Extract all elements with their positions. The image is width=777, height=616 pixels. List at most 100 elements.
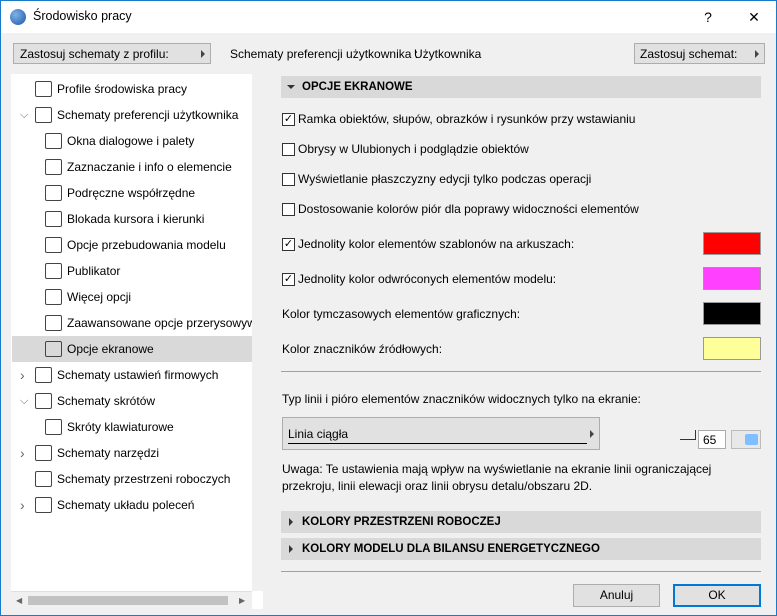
screen-icon	[45, 341, 62, 357]
ok-button[interactable]: OK	[673, 584, 761, 607]
selection-icon	[45, 159, 62, 175]
tree-item[interactable]: Opcje ekranowe	[12, 336, 252, 362]
option-checkbox[interactable]	[282, 143, 295, 156]
app-icon	[10, 9, 26, 25]
tree-item-label: Podręczne współrzędne	[67, 186, 196, 200]
company-icon	[35, 367, 52, 383]
tree-item[interactable]: Publikator	[12, 258, 252, 284]
tree-item[interactable]: Więcej opcji	[12, 284, 252, 310]
dialogs-icon	[45, 133, 62, 149]
option-checkbox[interactable]	[282, 173, 295, 186]
tree-item-label: Zaznaczanie i info o elemencie	[67, 160, 232, 174]
option-label: Jednolity kolor elementów szablonów na a…	[298, 237, 575, 251]
chevron-down-icon[interactable]: ⌵	[20, 102, 28, 128]
tree-item[interactable]: Zaznaczanie i info o elemencie	[12, 154, 252, 180]
tree-item-label: Blokada kursora i kierunki	[67, 212, 205, 226]
cancel-button[interactable]: Anuluj	[573, 584, 660, 607]
pen-color-button[interactable]	[731, 430, 761, 449]
pen-color-swatch	[745, 434, 758, 445]
option-label: Wyświetlanie płaszczyzny edycji tylko po…	[298, 172, 592, 186]
tree-item[interactable]: Opcje przebudowania modelu	[12, 232, 252, 258]
chevron-right-icon[interactable]: ›	[20, 492, 25, 518]
tree-item[interactable]: Profile środowiska pracy	[12, 76, 252, 102]
section-title: KOLORY MODELU DLA BILANSU ENERGETYCZNEGO	[302, 543, 600, 555]
chevron-right-icon[interactable]: ›	[20, 362, 25, 388]
tree-item-label: Schematy narzędzi	[57, 446, 160, 460]
tree-item[interactable]: Skróty klawiaturowe	[12, 414, 252, 440]
color-swatch[interactable]	[703, 232, 761, 255]
vertical-scrollbar[interactable]	[252, 74, 263, 591]
tree-item[interactable]: ⌵ Schematy skrótów	[12, 388, 252, 414]
tools-icon	[35, 445, 52, 461]
option-checkbox[interactable]: ✓	[282, 113, 295, 126]
tree-item-label: Schematy układu poleceń	[57, 498, 195, 512]
chevron-right-icon	[289, 518, 293, 526]
tree-item[interactable]: Okna dialogowe i palety	[12, 128, 252, 154]
line-type-label: Typ linii i pióro elementów znaczników w…	[282, 392, 641, 406]
pen-icon	[680, 430, 696, 440]
horizontal-scrollbar[interactable]: ◀ ▶	[11, 591, 252, 609]
window-title: Środowisko pracy	[33, 9, 132, 23]
color-swatch[interactable]	[703, 302, 761, 325]
tree-item-label: Schematy skrótów	[57, 394, 156, 408]
shortcut-scheme-icon	[35, 393, 52, 409]
tree-item[interactable]: Blokada kursora i kierunki	[12, 206, 252, 232]
tree-item[interactable]: › Schematy układu poleceń	[12, 492, 252, 518]
settings-tree: Profile środowiska pracy ⌵ Schematy prefer…	[11, 74, 263, 609]
tree-item[interactable]: Schematy przestrzeni roboczych	[12, 466, 252, 492]
tree-item[interactable]: › Schematy ustawień firmowych	[12, 362, 252, 388]
divider	[281, 371, 761, 372]
color-swatch[interactable]	[703, 337, 761, 360]
tree-item[interactable]: Podręczne współrzędne	[12, 180, 252, 206]
redraw-icon	[45, 315, 62, 331]
vertical-scrollbar[interactable]	[764, 74, 776, 609]
option-label: Dostosowanie kolorów piór dla poprawy wi…	[298, 202, 639, 216]
scroll-right-icon[interactable]: ▶	[239, 596, 245, 605]
help-button[interactable]: ?	[693, 5, 723, 29]
rebuild-icon	[45, 237, 62, 253]
sliders-icon	[45, 289, 62, 305]
arrow-right-icon	[201, 49, 205, 58]
section-title: KOLORY PRZESTRZENI ROBOCZEJ	[302, 516, 501, 528]
chevron-down-icon[interactable]: ⌵	[20, 388, 28, 414]
section-kolory-modelu[interactable]: KOLORY MODELU DLA BILANSU ENERGETYCZNEGO	[281, 538, 761, 560]
section-title: OPCJE EKRANOWE	[302, 81, 413, 93]
chevron-down-icon	[287, 85, 295, 89]
scheme-label: Schematy preferencji użytkownika :	[230, 47, 419, 61]
apply-profile-label: Zastosuj schematy z profilu:	[20, 47, 169, 61]
pen-number-input[interactable]: 65	[698, 430, 726, 449]
scroll-left-icon[interactable]: ◀	[16, 596, 22, 605]
section-opcje-ekranowe[interactable]: OPCJE EKRANOWE	[281, 76, 761, 98]
tree-item-label: Opcje ekranowe	[67, 342, 154, 356]
cursor-icon	[45, 211, 62, 227]
tree-item[interactable]: ⌵ Schematy preferencji użytkownika	[12, 102, 252, 128]
apply-scheme-button[interactable]: Zastosuj schemat:	[634, 43, 765, 64]
tree-item-label: Profile środowiska pracy	[57, 82, 188, 96]
apply-profile-button[interactable]: Zastosuj schematy z profilu:	[13, 43, 211, 64]
option-checkbox[interactable]: ✓	[282, 273, 295, 286]
option-label: Jednolity kolor odwróconych elementów mo…	[298, 272, 557, 286]
option-checkbox[interactable]: ✓	[282, 238, 295, 251]
publisher-icon	[45, 263, 62, 279]
option-checkbox[interactable]	[282, 203, 295, 216]
tree-item[interactable]: Zaawansowane opcje przerysowywania	[12, 310, 263, 336]
xyz-icon	[45, 185, 62, 201]
tree-item-label: Skróty klawiaturowe	[67, 420, 174, 434]
close-button[interactable]: ✕	[739, 5, 769, 29]
note-text: Uwaga: Te ustawienia mają wpływ na wyświ…	[282, 462, 712, 493]
chevron-right-icon[interactable]: ›	[20, 440, 25, 466]
scroll-thumb[interactable]	[28, 596, 228, 605]
line-preview	[288, 443, 587, 444]
workspace-icon	[35, 471, 52, 487]
tree-item[interactable]: › Schematy narzędzi	[12, 440, 252, 466]
monitor-gear-icon	[35, 81, 52, 97]
tree-item-label: Okna dialogowe i palety	[67, 134, 195, 148]
color-row-label: Kolor znaczników źródłowych:	[282, 342, 443, 356]
tree-item-label: Publikator	[67, 264, 121, 278]
color-swatch[interactable]	[703, 267, 761, 290]
line-type-dropdown[interactable]: Linia ciągła	[282, 417, 600, 450]
section-kolory-przestrzeni[interactable]: KOLORY PRZESTRZENI ROBOCZEJ	[281, 511, 761, 533]
command-icon	[35, 497, 52, 513]
chevron-right-icon	[289, 545, 293, 553]
option-label: Ramka obiektów, słupów, obrazków i rysun…	[298, 112, 636, 126]
